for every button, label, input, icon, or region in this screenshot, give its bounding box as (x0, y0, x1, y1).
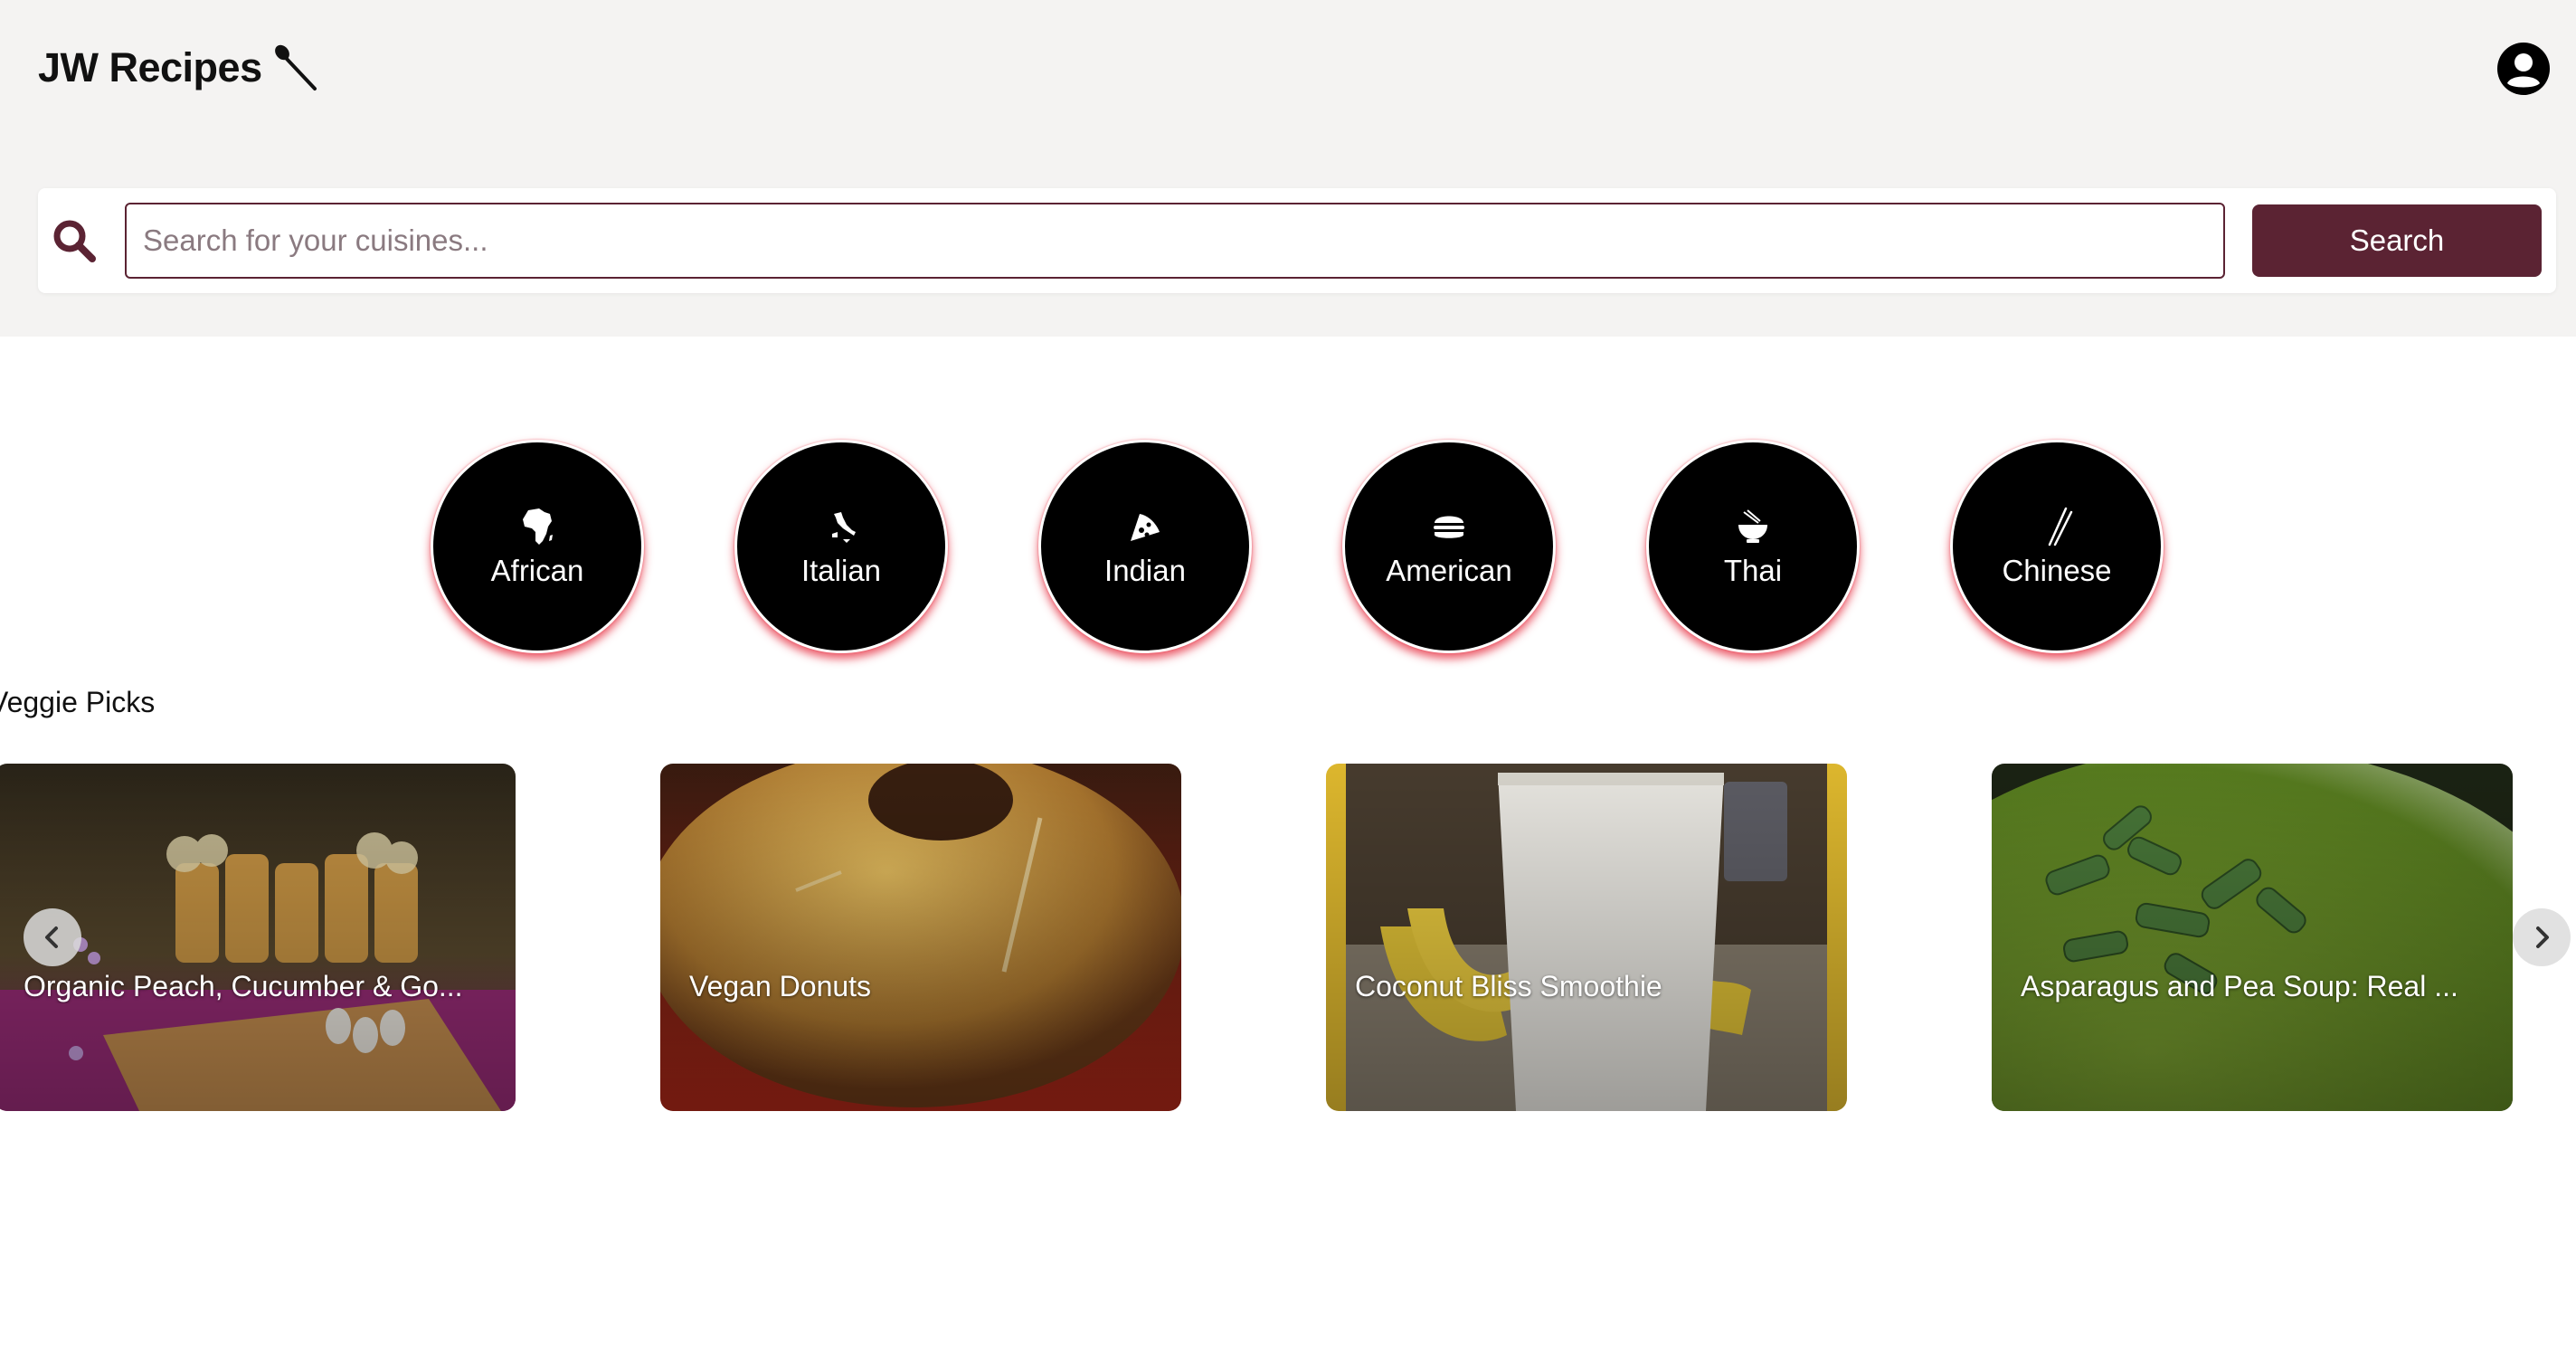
recipe-title: Vegan Donuts (689, 970, 872, 1002)
chopsticks-icon (2048, 507, 2073, 546)
category-american[interactable]: American (1342, 440, 1556, 653)
chevron-left-icon (45, 926, 58, 948)
section-title-veggie-picks: Veggie Picks (0, 686, 156, 718)
category-label: Italian (800, 554, 882, 587)
pizza-slice-icon (1131, 514, 1160, 541)
brand-title: JW Recipes (38, 44, 262, 90)
recipe-title: Organic Peach, Cucumber & Go... (24, 970, 463, 1002)
burger-icon (1434, 516, 1464, 538)
recipe-title: Asparagus and Pea Soup: Real ... (2021, 970, 2458, 1002)
category-thai[interactable]: Thai (1646, 440, 1860, 653)
header: JW Recipes Search (0, 0, 2576, 337)
search-bar: Search (38, 188, 2556, 293)
africa-map-icon (523, 508, 553, 545)
chevron-right-icon (2536, 926, 2549, 948)
search-icon (53, 220, 96, 262)
category-label: African (490, 554, 584, 587)
category-indian[interactable]: Indian (1038, 440, 1252, 653)
category-label: Indian (1104, 554, 1186, 587)
recipe-card[interactable]: Coconut Bliss Smoothie (1326, 764, 1847, 1111)
search-button[interactable]: Search (2252, 204, 2542, 277)
brand[interactable]: JW Recipes (38, 38, 322, 98)
recipe-card[interactable]: Vegan Donuts (660, 764, 1181, 1111)
search-input[interactable] (125, 203, 2225, 279)
category-chinese[interactable]: Chinese (1950, 440, 2164, 653)
carousel-prev-button[interactable] (24, 908, 81, 966)
italy-map-icon (832, 512, 856, 543)
category-label: Thai (1723, 554, 1783, 587)
category-label: Chinese (2002, 554, 2112, 587)
category-african[interactable]: African (431, 440, 644, 653)
category-label: American (1386, 554, 1512, 587)
carousel-next-button[interactable] (2513, 908, 2571, 966)
recipe-title: Coconut Bliss Smoothie (1355, 970, 1662, 1002)
recipe-card[interactable]: Asparagus and Pea Soup: Real ... (1992, 764, 2513, 1111)
user-circle-icon[interactable] (2496, 42, 2551, 96)
noodle-bowl-icon (1738, 509, 1767, 543)
category-italian[interactable]: Italian (734, 440, 948, 653)
spoon-icon (274, 44, 317, 90)
